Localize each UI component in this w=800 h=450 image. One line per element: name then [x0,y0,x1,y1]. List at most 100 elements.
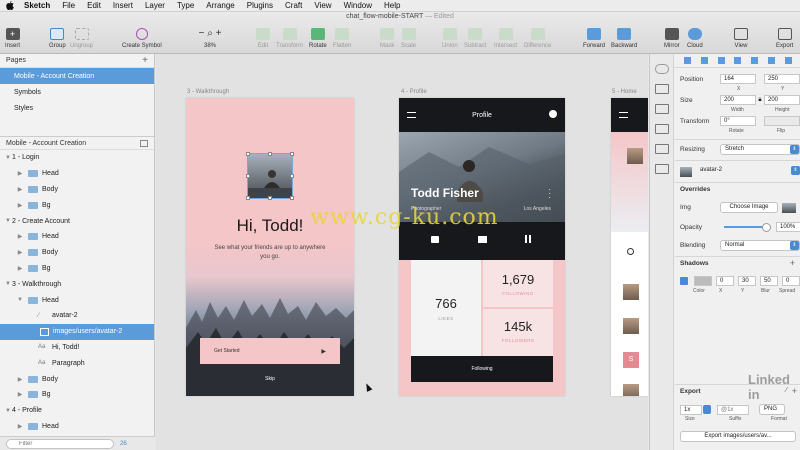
search-icon[interactable] [627,248,634,255]
layer-row[interactable]: Aa Paragraph [0,355,154,371]
artboard-walkthrough[interactable]: Hi, Todd! See what your friends are up t… [186,98,354,396]
disclosure-closed-icon[interactable]: ▶ [16,265,24,272]
layer-row[interactable]: ▼ 3 - Walkthrough [0,276,154,292]
artboard-profile[interactable]: Profile Todd Fisher · · · Photographer Los… [399,98,565,396]
disclosure-open-icon[interactable]: ▼ [4,281,12,287]
resize-handle[interactable] [290,196,294,200]
following-card[interactable]: 1,679 FOLLOWING [483,260,553,307]
subtract-button[interactable]: Subtract [464,28,486,49]
get-started-button[interactable]: Get Started ▶ [200,338,340,364]
x-input[interactable]: 164 [720,74,756,84]
export-format-select[interactable]: PNG [759,404,785,415]
disclosure-closed-icon[interactable]: ▶ [16,423,24,430]
create-symbol-button[interactable]: Create Symbol [122,28,162,49]
add-shadow-icon[interactable]: + [790,258,795,268]
artboard-label-walkthrough[interactable]: 3 - Walkthrough [187,89,229,95]
intersect-button[interactable]: Intersect [494,28,517,49]
flip-buttons[interactable] [764,116,800,126]
shadow-y-input[interactable]: 30 [738,276,756,286]
menu-craft[interactable]: Craft [285,1,302,10]
blending-select[interactable]: Normal ⇕ [720,240,800,251]
rotate-input[interactable]: 0° [720,116,756,126]
menu-window[interactable]: Window [344,1,372,10]
y-input[interactable]: 250 [764,74,800,84]
disclosure-open-icon[interactable]: ▼ [4,155,12,161]
layer-row[interactable]: ▶ Head [0,229,154,245]
symbol-select[interactable]: avatar-2 ⇕ [696,166,800,177]
collapse-icon[interactable] [140,139,148,147]
disclosure-closed-icon[interactable]: ▶ [16,186,24,193]
layer-row[interactable]: ▼ 2 - Create Account [0,213,154,229]
layer-row[interactable]: ▶ Head [0,419,154,435]
export-images-button[interactable]: Export images/users/av... [680,431,796,442]
disclosure-closed-icon[interactable]: ▶ [16,202,24,209]
paragraph-text[interactable]: See what your friends are up to anywhere… [210,244,330,262]
difference-button[interactable]: Difference [524,28,551,49]
layer-row[interactable]: images/users/avatar-2 [0,323,154,340]
chevron-down-icon[interactable] [703,405,711,414]
view-button[interactable]: View [734,28,748,49]
layer-row[interactable]: ▶ Body [0,245,154,261]
layer-row[interactable]: Aa Hi, Todd! [0,340,154,356]
menu-file[interactable]: File [62,1,75,10]
filter-input[interactable] [6,438,114,449]
disclosure-closed-icon[interactable]: ▶ [16,170,24,177]
align-top-icon[interactable] [734,57,742,64]
resizing-select[interactable]: Stretch ⇕ [720,144,800,155]
menu-type[interactable]: Type [177,1,194,10]
forward-button[interactable]: Forward [583,28,605,49]
artboard-home[interactable]: S [611,98,648,396]
union-button[interactable]: Union [442,28,458,49]
export-size-input[interactable]: 1x [680,404,702,415]
following-button[interactable]: Following [411,356,553,382]
link-icon[interactable] [654,64,669,74]
align-left-icon[interactable] [683,57,691,64]
opacity-input[interactable]: 100% [776,222,800,232]
resize-handle[interactable] [246,174,250,178]
more-icon[interactable]: · · · [548,186,551,202]
menu-view[interactable]: View [314,1,331,10]
distribute-icon[interactable] [784,57,792,64]
layer-row[interactable]: ▶ Body [0,182,154,198]
menu-layer[interactable]: Layer [145,1,165,10]
chat-icon[interactable] [431,236,439,243]
followers-card[interactable]: 145k FOLLOWERS [483,309,553,356]
layer-row[interactable]: ▶ Bg [0,261,154,277]
menu-icon[interactable] [619,112,628,118]
edit-button[interactable]: Edit [256,28,270,49]
align-bottom-icon[interactable] [768,57,776,64]
artboard-label-home[interactable]: 5 - Home [612,89,637,95]
layer-row[interactable]: ▼ 1 - Login [0,150,154,166]
resize-handle[interactable] [246,152,250,156]
scale-button[interactable]: Scale [401,28,416,49]
shadow-checkbox[interactable] [680,277,688,285]
disclosure-open-icon[interactable]: ▼ [16,297,24,303]
choose-image-button[interactable]: Choose Image [720,202,778,213]
settings-icon[interactable] [549,110,557,118]
disclosure-open-icon[interactable]: ▼ [4,218,12,224]
layer-row[interactable]: ▶ Body [0,371,154,387]
skip-link[interactable]: Skip [186,376,354,382]
cloud-button[interactable]: Cloud [687,28,703,49]
layer-row[interactable]: ▶ Bg [0,197,154,213]
align-middle-icon[interactable] [751,57,759,64]
video-icon[interactable] [478,236,487,243]
rotate-button[interactable]: Rotate [309,28,327,49]
disclosure-closed-icon[interactable]: ▶ [16,233,24,240]
layer-row[interactable]: ⁄ avatar-2 [0,308,154,324]
resize-handle[interactable] [290,174,294,178]
zoom-control[interactable]: − ⌕ + 38% [196,28,224,49]
menu-insert[interactable]: Insert [113,1,133,10]
shadow-blur-input[interactable]: 50 [760,276,778,286]
print-icon[interactable] [654,104,669,114]
mirror-button[interactable]: Mirror [664,28,680,49]
shadow-color-well[interactable] [694,276,712,286]
shadow-spread-input[interactable]: 0 [782,276,800,286]
height-input[interactable]: 200 [764,95,800,105]
likes-card[interactable]: 766 LIKES [411,260,481,356]
page-item-styles[interactable]: Styles [0,100,154,116]
menu-arrange[interactable]: Arrange [206,1,234,10]
page-item-symbols[interactable]: Symbols [0,84,154,100]
insert-button[interactable]: + Insert [5,28,20,49]
disclosure-closed-icon[interactable]: ▶ [16,249,24,256]
